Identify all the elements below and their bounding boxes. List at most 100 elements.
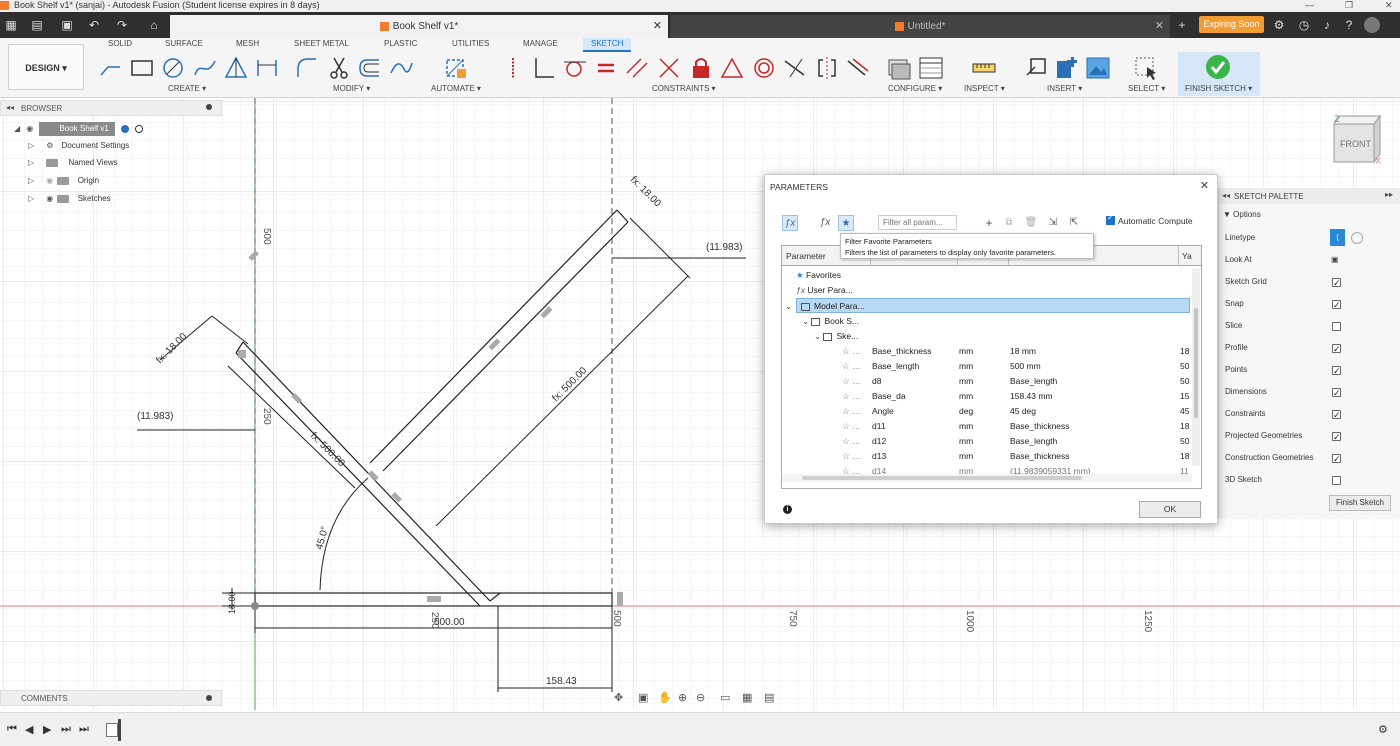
tab-untitled[interactable]: Untitled* ✕ [670, 15, 1170, 38]
column-header-parameter[interactable]: Parameter [786, 251, 826, 261]
collapse-icon[interactable]: ◂◂ [1222, 191, 1230, 200]
tab-manage[interactable]: MANAGE [523, 38, 558, 52]
create-menu[interactable]: CREATE ▾ [168, 84, 206, 93]
extensions-icon[interactable]: ⚙ [1270, 16, 1288, 34]
curvature-constraint-icon[interactable] [845, 55, 871, 81]
constraints-menu[interactable]: CONSTRAINTS ▾ [652, 84, 716, 93]
step-forward-icon[interactable]: ⏭ [61, 723, 71, 736]
table-row[interactable]: ☆ … Angle deg 45 deg 45 [782, 404, 1189, 419]
dimensions-checkbox[interactable] [1332, 386, 1341, 400]
export-icon[interactable]: ⇱ [1066, 215, 1082, 231]
expand-icon[interactable]: ◢ [14, 122, 24, 136]
profile-checkbox[interactable] [1332, 342, 1341, 356]
add-user-parameter-icon[interactable]: ƒx [782, 215, 798, 231]
table-row[interactable]: ☆ … d11 mm Base_thickness 18 [782, 419, 1189, 434]
favorite-star-icon[interactable]: ☆ … [842, 374, 860, 389]
pin-icon[interactable] [206, 104, 212, 110]
activate-radio-icon[interactable] [135, 124, 144, 133]
spline-tool-icon[interactable] [192, 55, 218, 81]
favorite-star-icon[interactable]: ☆ … [842, 344, 860, 359]
play-icon[interactable]: ▶ [43, 723, 51, 736]
zoom-icon[interactable]: ⊕ [678, 691, 687, 704]
fix-constraint-icon[interactable] [688, 55, 714, 81]
save-icon[interactable]: ▣ [58, 16, 76, 34]
avatar[interactable] [1364, 17, 1380, 33]
browser-item-named-views[interactable]: ▷ Named Views [28, 156, 118, 170]
job-status-icon[interactable]: ◷ [1295, 16, 1313, 34]
table-row[interactable]: ☆ … Base_thickness mm 18 mm 18 [782, 344, 1189, 359]
expand-icon[interactable]: ▷ [28, 139, 38, 153]
tab-sheet-metal[interactable]: SHEET METAL [294, 38, 349, 52]
file-menu-icon[interactable]: ▤ [28, 16, 46, 34]
symmetry-constraint-icon[interactable] [814, 55, 840, 81]
import-icon[interactable]: ⇲ [1045, 215, 1061, 231]
favorite-star-icon[interactable]: ☆ … [842, 434, 860, 449]
table-row[interactable]: ☆ … d8 mm Base_length 50 [782, 374, 1189, 389]
column-header-value[interactable]: Ya [1182, 251, 1192, 261]
automatic-compute-checkbox[interactable]: Automatic Compute [1106, 213, 1193, 226]
parallel-constraint-icon[interactable] [624, 55, 650, 81]
delete-icon[interactable]: 🗑 [1023, 215, 1039, 231]
close-window-button[interactable]: ✕ [1385, 0, 1393, 10]
browser-item-document-settings[interactable]: ▷ ⚙ Document Settings [28, 139, 129, 153]
projected-geometries-checkbox[interactable] [1332, 430, 1341, 444]
new-tab-icon[interactable]: + [1173, 16, 1191, 34]
close-icon[interactable]: ✕ [1200, 179, 1209, 192]
tab-solid[interactable]: SOLID [108, 38, 132, 52]
chevron-down-icon[interactable]: ⌄ [802, 316, 811, 326]
construction-geometries-checkbox[interactable] [1332, 452, 1341, 466]
filter-favorites-star-icon[interactable]: ★ [838, 215, 854, 231]
offset-tool-icon[interactable] [357, 55, 383, 81]
finish-sketch-button[interactable]: Finish Sketch [1329, 495, 1391, 511]
tab-sketch[interactable]: SKETCH [583, 38, 632, 52]
tree-model-parameters[interactable]: ⌄ Model Para... [785, 298, 1190, 313]
select-icon[interactable] [1133, 55, 1159, 81]
tab-book-shelf[interactable]: Book Shelf v1* ✕ [170, 15, 668, 38]
filter-user-icon[interactable]: ƒx [817, 215, 833, 231]
equal-constraint-icon[interactable] [593, 55, 619, 81]
redo-icon[interactable]: ↷ [113, 16, 131, 34]
linetype-construction-button[interactable] [1351, 232, 1363, 244]
tangent-constraint-icon[interactable] [562, 55, 588, 81]
step-back-icon[interactable]: ◀ [25, 723, 33, 736]
perpendicular-constraint-icon[interactable] [656, 55, 682, 81]
finish-sketch-check-icon[interactable] [1205, 54, 1231, 80]
automate-icon[interactable] [443, 55, 469, 81]
visibility-eye-icon[interactable]: ◉ [46, 176, 53, 185]
pan-icon[interactable]: ✋ [658, 691, 672, 704]
dim-left-offset[interactable]: (11.983) [137, 411, 174, 422]
minimize-button[interactable]: — [1305, 0, 1314, 10]
viewcube[interactable]: FRONT Z X [1333, 114, 1381, 166]
close-icon[interactable]: ✕ [653, 15, 662, 38]
concentric-constraint-icon[interactable] [751, 55, 777, 81]
browser-item-sketches[interactable]: ▷ ◉ Sketches [28, 192, 111, 206]
dim-base-thickness[interactable]: 18.00 [227, 591, 237, 614]
pin-icon[interactable] [206, 695, 212, 701]
filter-parameters-input[interactable] [878, 215, 957, 230]
expand-icon[interactable]: ▷ [28, 192, 38, 206]
collinear-constraint-icon[interactable] [782, 55, 808, 81]
polygon-tool-icon[interactable] [223, 55, 249, 81]
expiring-soon-button[interactable]: Expiring Soon [1199, 16, 1264, 33]
coincident-constraint-icon[interactable] [500, 55, 526, 81]
ok-button[interactable]: OK [1139, 501, 1201, 518]
timeline-settings-icon[interactable]: ⚙ [1378, 723, 1388, 736]
browser-item-origin[interactable]: ▷ ◉ Origin [28, 174, 99, 188]
favorite-star-icon[interactable]: ☆ … [842, 464, 860, 474]
chevron-down-icon[interactable]: ⌄ [785, 299, 792, 314]
favorite-star-icon[interactable]: ☆ … [842, 419, 860, 434]
options-section[interactable]: ▼ Options [1223, 210, 1261, 219]
tree-favorites[interactable]: ★ Favorites [796, 268, 1201, 283]
sketch-curve-icon[interactable] [388, 55, 414, 81]
browser-header[interactable]: ◂◂ BROWSER [0, 100, 222, 116]
tab-plastic[interactable]: PLASTIC [384, 38, 417, 52]
insert-derive-icon[interactable] [1023, 55, 1049, 81]
collapse-icon[interactable]: ◂◂ [6, 103, 14, 112]
horizontal-scrollbar[interactable] [782, 474, 1192, 482]
chevron-down-icon[interactable]: ⌄ [814, 331, 823, 341]
dimension-tool-icon[interactable] [254, 55, 280, 81]
automate-menu[interactable]: AUTOMATE ▾ [431, 84, 481, 93]
inspect-menu[interactable]: INSPECT ▾ [964, 84, 1005, 93]
palette-header[interactable]: ◂◂ SKETCH PALETTE ▸▸ [1219, 188, 1400, 204]
slice-checkbox[interactable] [1332, 322, 1341, 331]
